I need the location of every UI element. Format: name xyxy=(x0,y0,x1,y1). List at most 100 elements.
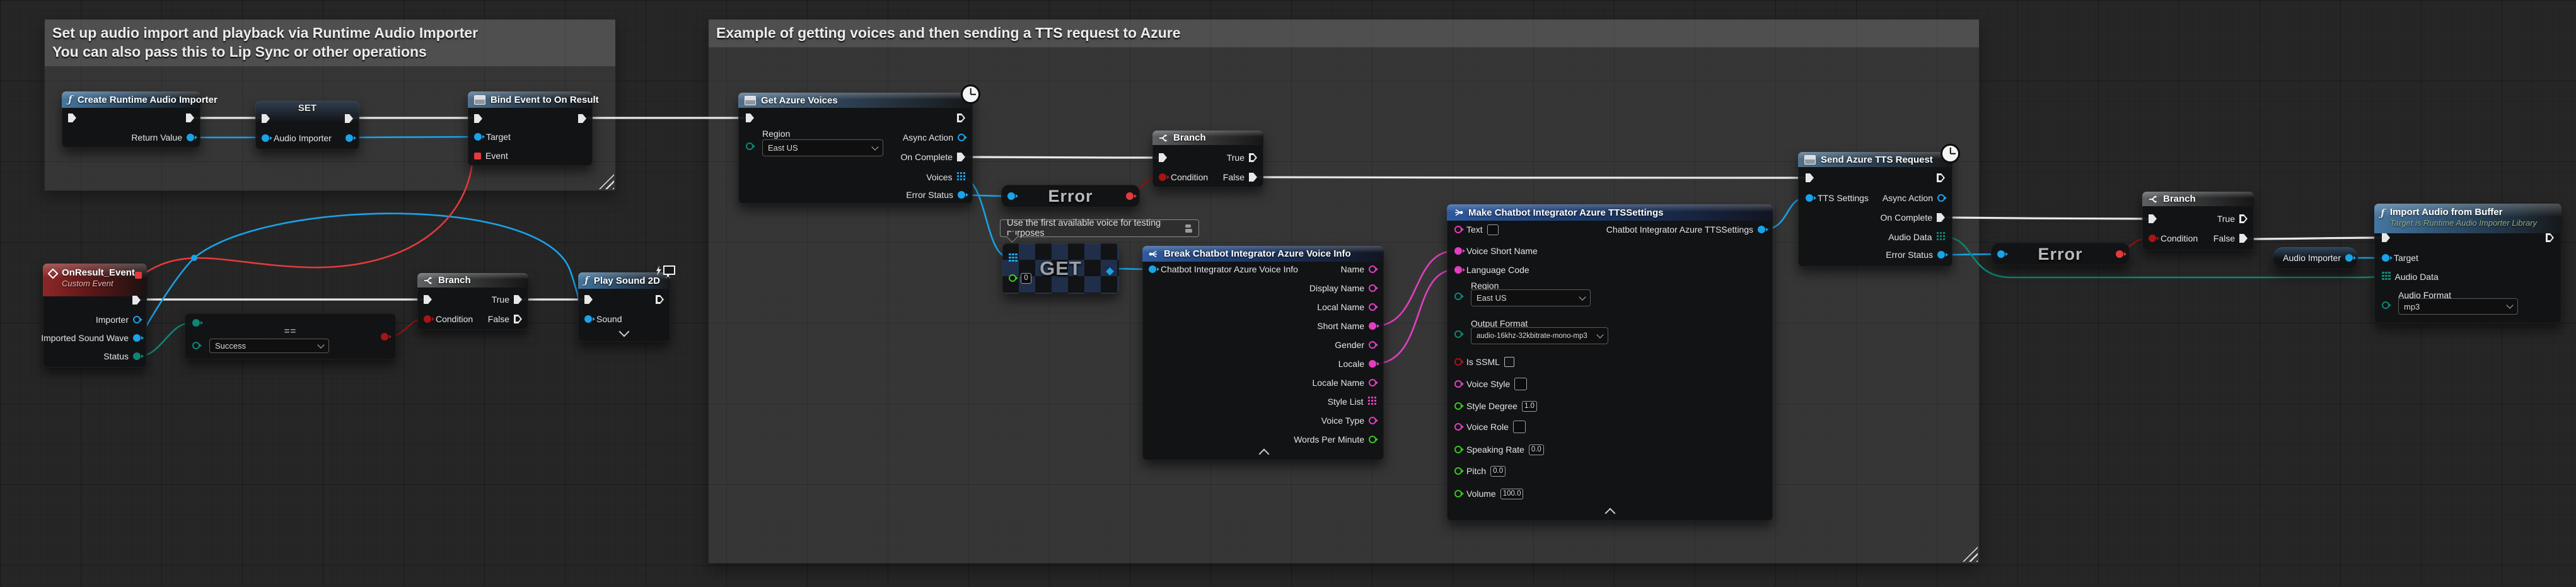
exec-in-pin[interactable] xyxy=(746,113,754,122)
node-break-voice-info[interactable]: Break Chatbot Integrator Azure Voice Inf… xyxy=(1142,246,1384,460)
exec-out-pin[interactable] xyxy=(345,114,353,123)
return-value-pin[interactable] xyxy=(187,134,194,141)
error-status-in-pin[interactable] xyxy=(1997,250,2005,258)
index-input[interactable]: 0 xyxy=(1021,273,1031,284)
struct-in-pin[interactable] xyxy=(1149,265,1156,273)
locale-name-pin[interactable] xyxy=(1369,379,1376,386)
on-complete-exec-pin[interactable] xyxy=(957,153,965,161)
gender-pin[interactable] xyxy=(1369,341,1376,349)
exec-out-pin[interactable] xyxy=(957,113,965,122)
bubble-pin-icon[interactable] xyxy=(1185,224,1192,233)
node-audio-importer-variable[interactable]: Audio Importer xyxy=(2273,247,2358,269)
node-branch-2[interactable]: Branch True Condition False xyxy=(1152,131,1263,187)
locale-pin[interactable] xyxy=(1369,360,1376,368)
imported-sound-wave-pin[interactable] xyxy=(133,334,141,342)
exec-out-pin[interactable] xyxy=(578,114,586,123)
exec-in-pin[interactable] xyxy=(1806,173,1814,182)
async-action-pin[interactable] xyxy=(958,134,965,141)
is-ssml-checkbox[interactable] xyxy=(1504,357,1514,367)
audio-importer-out-pin[interactable] xyxy=(345,134,353,142)
audio-format-dropdown[interactable]: mp3 xyxy=(2398,298,2518,315)
voice-style-pin[interactable] xyxy=(1454,380,1462,388)
voice-short-name-pin[interactable] xyxy=(1454,247,1462,255)
exec-in-pin[interactable] xyxy=(2149,214,2157,223)
audio-importer-in-pin[interactable] xyxy=(262,134,269,142)
importer-pin[interactable] xyxy=(133,316,141,323)
voice-role-pin[interactable] xyxy=(1454,423,1462,431)
language-code-pin[interactable] xyxy=(1454,266,1462,274)
condition-pin[interactable] xyxy=(424,315,431,323)
node-create-runtime-audio-importer[interactable]: ƒCreate Runtime Audio Importer Return Va… xyxy=(62,91,200,148)
region-dropdown[interactable]: East US xyxy=(762,139,883,156)
region-dropdown[interactable]: East US xyxy=(1471,289,1591,306)
exec-in-pin[interactable] xyxy=(584,295,593,304)
node-set-audio-importer[interactable]: SET Audio Importer xyxy=(255,101,359,149)
delegate-out-pin[interactable] xyxy=(135,272,142,279)
style-degree-input[interactable]: 1.0 xyxy=(1522,401,1537,412)
false-exec-pin[interactable] xyxy=(2239,234,2248,243)
expand-chevron[interactable] xyxy=(619,327,630,337)
exec-out-pin[interactable] xyxy=(1937,173,1945,182)
exec-out-pin[interactable] xyxy=(186,113,194,122)
bool-out-pin[interactable] xyxy=(1126,192,1134,200)
condition-pin[interactable] xyxy=(2149,235,2156,242)
element-out-pin[interactable] xyxy=(1106,267,1114,276)
style-degree-pin[interactable] xyxy=(1454,402,1462,410)
node-send-azure-tts-request[interactable]: Send Azure TTS Request TTS Settings Asyn… xyxy=(1798,152,1952,267)
struct-out-pin[interactable] xyxy=(1758,226,1765,233)
true-exec-pin[interactable] xyxy=(2239,214,2248,223)
array-in-pin[interactable] xyxy=(1009,253,1011,256)
node-branch-1[interactable]: Branch True Condition False xyxy=(417,273,528,330)
true-exec-pin[interactable] xyxy=(1249,153,1257,162)
speaking-rate-input[interactable]: 0.0 xyxy=(1529,445,1544,455)
collapse-chevron[interactable] xyxy=(1605,508,1616,519)
exec-in-pin[interactable] xyxy=(424,295,432,304)
node-import-audio-from-buffer[interactable]: ƒ Import Audio from BufferTarget is Runt… xyxy=(2374,204,2561,323)
equal-input-a-pin[interactable] xyxy=(192,319,200,327)
exec-in-pin[interactable] xyxy=(2382,233,2390,242)
on-complete-exec-pin[interactable] xyxy=(1937,213,1945,222)
tts-settings-pin[interactable] xyxy=(1806,194,1813,202)
node-error-1[interactable]: Error xyxy=(1001,185,1140,207)
pitch-input[interactable]: 0.0 xyxy=(1490,466,1506,477)
node-branch-3[interactable]: Branch True Condition False xyxy=(2142,192,2254,250)
collapse-chevron[interactable] xyxy=(1259,449,1270,460)
words-per-minute-pin[interactable] xyxy=(1369,436,1376,443)
style-list-array-pin[interactable] xyxy=(1368,397,1371,399)
voice-style-input[interactable] xyxy=(1514,378,1527,390)
exec-out-pin[interactable] xyxy=(2546,233,2554,242)
exec-out-pin[interactable] xyxy=(656,295,664,304)
volume-input[interactable]: 100.0 xyxy=(1500,489,1524,499)
node-error-2[interactable]: Error xyxy=(1991,243,2130,265)
exec-in-pin[interactable] xyxy=(1159,153,1167,162)
enum-value-dropdown[interactable]: Success xyxy=(209,339,329,353)
region-pin[interactable] xyxy=(746,142,753,150)
local-name-pin[interactable] xyxy=(1369,303,1376,311)
target-pin[interactable] xyxy=(2382,254,2389,262)
node-onresult-custom-event[interactable]: OnResult_EventCustom Event Importer Impo… xyxy=(43,264,147,368)
blueprint-graph-canvas[interactable]: Set up audio import and playback via Run… xyxy=(0,0,2576,587)
output-format-pin[interactable] xyxy=(1454,330,1462,338)
exec-in-pin[interactable] xyxy=(68,113,76,122)
is-ssml-pin[interactable] xyxy=(1454,358,1462,366)
audio-format-pin[interactable] xyxy=(2382,301,2389,309)
equal-input-b-pin[interactable] xyxy=(192,342,200,349)
audio-data-array-pin[interactable] xyxy=(2382,272,2384,274)
text-pin[interactable] xyxy=(1454,226,1462,233)
true-exec-pin[interactable] xyxy=(514,295,522,304)
bool-out-pin[interactable] xyxy=(2116,250,2123,258)
voice-role-input[interactable] xyxy=(1513,421,1526,433)
error-status-pin[interactable] xyxy=(1937,251,1945,259)
voice-type-pin[interactable] xyxy=(1369,417,1376,424)
audio-data-array-pin[interactable] xyxy=(1937,232,1939,235)
output-format-dropdown[interactable]: audio-16khz-32kbitrate-mono-mp3 xyxy=(1471,327,1608,344)
node-comment-bubble[interactable]: Use the first available voice for testin… xyxy=(1000,219,1199,237)
node-play-sound-2d[interactable]: ƒPlay Sound 2D Sound xyxy=(578,272,670,342)
status-pin[interactable] xyxy=(133,352,141,360)
node-get-azure-voices[interactable]: Get Azure Voices Region East US Async Ac… xyxy=(738,93,973,204)
node-make-tts-settings[interactable]: Make Chatbot Integrator Azure TTSSetting… xyxy=(1447,204,1773,521)
node-equal-enum[interactable]: == Success xyxy=(185,313,396,359)
region-pin[interactable] xyxy=(1454,293,1462,300)
node-bind-event-to-on-result[interactable]: Bind Event to On Result Target Event xyxy=(468,91,593,166)
false-exec-pin[interactable] xyxy=(1249,173,1257,182)
